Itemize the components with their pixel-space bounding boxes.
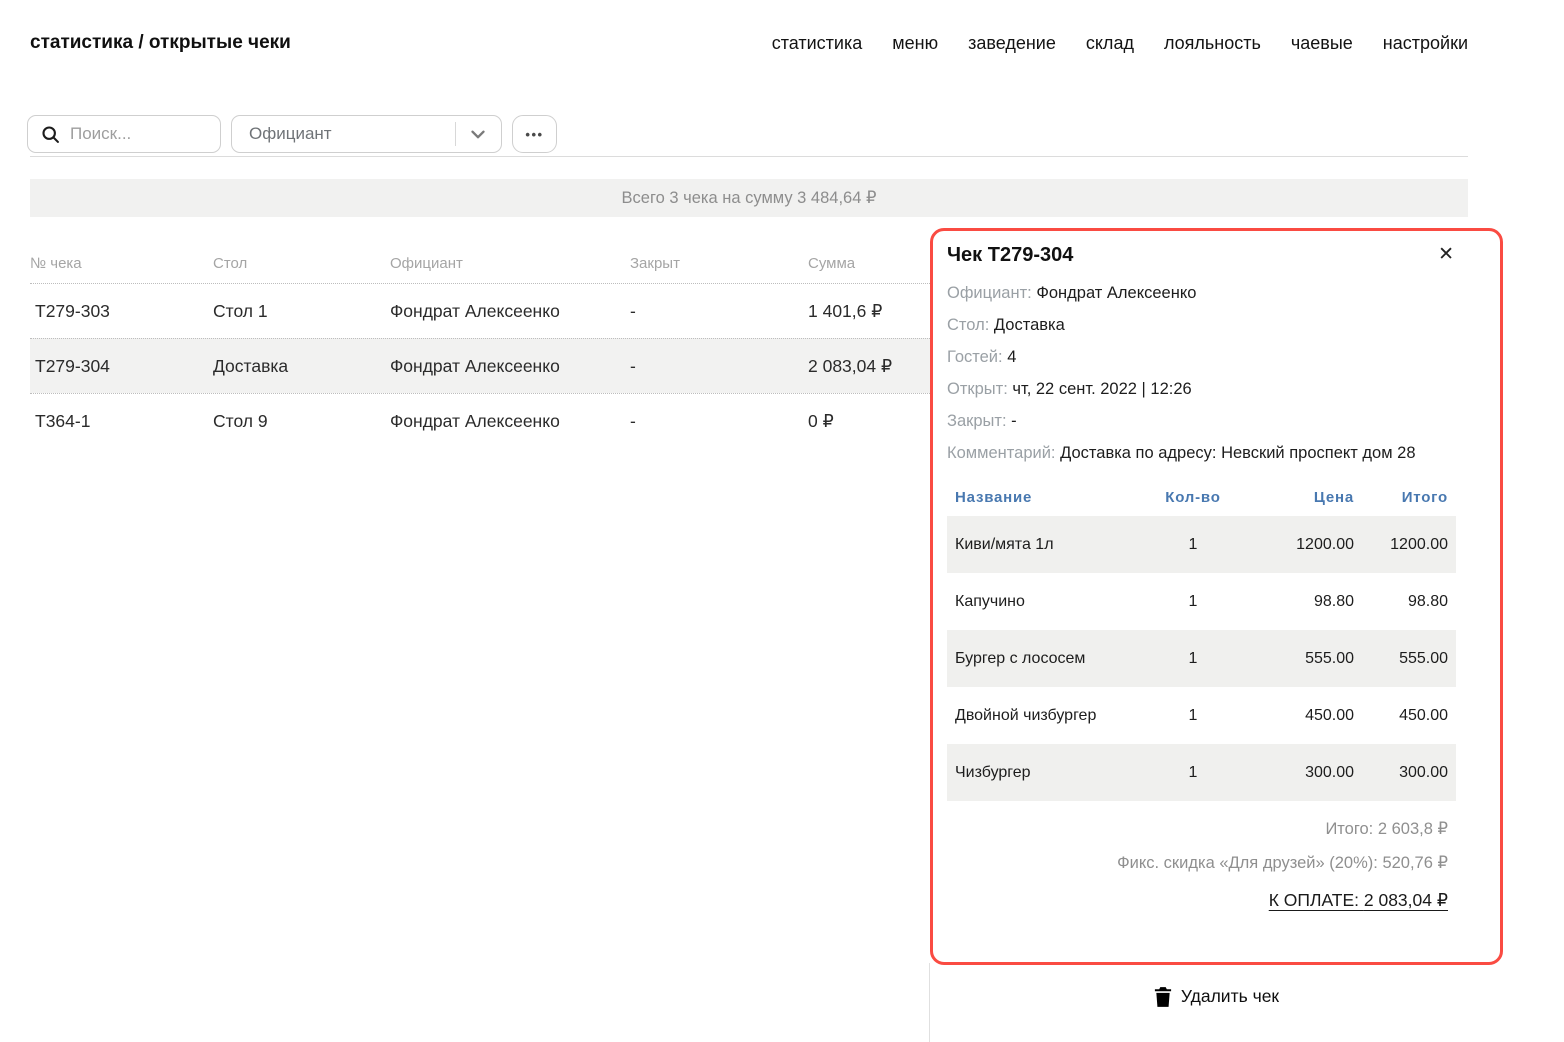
item-price: 98.80 bbox=[1238, 593, 1354, 611]
detail-comment: Комментарий: Доставка по адресу: Невский… bbox=[947, 442, 1456, 465]
search-input[interactable] bbox=[70, 124, 190, 144]
breadcrumb: статистика / открытые чеки bbox=[30, 32, 291, 54]
check-detail-panel: Чек T279-304 ✕ Официант: Фондрат Алексее… bbox=[930, 228, 1503, 965]
filter-separator bbox=[30, 156, 1468, 157]
item-name: Чизбургер bbox=[955, 764, 1148, 782]
item-price: 450.00 bbox=[1238, 707, 1354, 725]
close-icon[interactable]: ✕ bbox=[1436, 244, 1456, 266]
delete-check-button[interactable]: Удалить чек bbox=[930, 986, 1503, 1007]
item-total: 555.00 bbox=[1354, 650, 1448, 668]
check-table: Доставка bbox=[213, 356, 390, 377]
item-qty: 1 bbox=[1148, 650, 1238, 668]
check-waiter: Фондрат Алексеенко bbox=[390, 411, 630, 432]
item-price: 300.00 bbox=[1238, 764, 1354, 782]
col-waiter: Официант bbox=[390, 255, 630, 272]
nav-venue[interactable]: заведение bbox=[968, 33, 1056, 54]
chevron-down-icon bbox=[467, 123, 489, 145]
item-row: Капучино 1 98.80 98.80 bbox=[947, 573, 1456, 630]
more-options-icon: ••• bbox=[525, 127, 543, 142]
filter-bar: Официант ••• bbox=[27, 115, 557, 153]
item-price: 1200.00 bbox=[1238, 536, 1354, 554]
check-items-table: Название Кол-во Цена Итого Киви/мята 1л … bbox=[947, 478, 1456, 801]
check-totals: Итого: 2 603,8 ₽ Фикс. скидка «Для друзе… bbox=[947, 819, 1456, 911]
check-title: Чек T279-304 bbox=[947, 244, 1073, 267]
item-total: 98.80 bbox=[1354, 593, 1448, 611]
check-number: T279-303 bbox=[30, 301, 213, 322]
summary-text: Всего 3 чека на сумму 3 484,64 ₽ bbox=[622, 188, 877, 208]
detail-guests: Гостей: 4 bbox=[947, 346, 1456, 369]
search-box[interactable] bbox=[27, 115, 221, 153]
nav-stock[interactable]: склад bbox=[1086, 33, 1134, 54]
check-closed: - bbox=[630, 301, 808, 322]
waiter-filter-label: Официант bbox=[249, 124, 455, 144]
panel-header: Чек T279-304 ✕ bbox=[947, 244, 1456, 267]
detail-table: Стол: Доставка bbox=[947, 314, 1456, 337]
item-qty: 1 bbox=[1148, 764, 1238, 782]
col-check-number: № чека bbox=[30, 255, 213, 272]
trash-icon bbox=[1154, 987, 1172, 1007]
check-closed: - bbox=[630, 411, 808, 432]
nav-menu[interactable]: меню bbox=[892, 33, 938, 54]
item-row: Двойной чизбургер 1 450.00 450.00 bbox=[947, 687, 1456, 744]
amount-due-line: К ОПЛАТЕ: 2 083,04 ₽ bbox=[947, 890, 1448, 911]
item-total: 300.00 bbox=[1354, 764, 1448, 782]
search-icon bbox=[40, 124, 61, 145]
check-waiter: Фондрат Алексеенко bbox=[390, 356, 630, 377]
items-table-header: Название Кол-во Цена Итого bbox=[947, 478, 1456, 516]
item-total: 450.00 bbox=[1354, 707, 1448, 725]
item-total: 1200.00 bbox=[1354, 536, 1448, 554]
item-row: Бургер с лососем 1 555.00 555.00 bbox=[947, 630, 1456, 687]
col-closed: Закрыт bbox=[630, 255, 808, 272]
item-row: Чизбургер 1 300.00 300.00 bbox=[947, 744, 1456, 801]
detail-closed: Закрыт: - bbox=[947, 410, 1456, 433]
check-table: Стол 1 bbox=[213, 301, 390, 322]
item-name: Капучино bbox=[955, 593, 1148, 611]
check-number: T279-304 bbox=[30, 356, 213, 377]
check-waiter: Фондрат Алексеенко bbox=[390, 301, 630, 322]
col-item-price: Цена bbox=[1238, 489, 1354, 506]
check-table: Стол 9 bbox=[213, 411, 390, 432]
detail-waiter: Официант: Фондрат Алексеенко bbox=[947, 282, 1456, 305]
discount-line: Фикс. скидка «Для друзей» (20%): 520,76 … bbox=[947, 853, 1448, 873]
summary-bar: Всего 3 чека на сумму 3 484,64 ₽ bbox=[30, 179, 1468, 217]
nav-tips[interactable]: чаевые bbox=[1291, 33, 1353, 54]
item-price: 555.00 bbox=[1238, 650, 1354, 668]
item-row: Киви/мята 1л 1 1200.00 1200.00 bbox=[947, 516, 1456, 573]
delete-check-label: Удалить чек bbox=[1181, 986, 1279, 1007]
waiter-filter-dropdown[interactable]: Официант bbox=[231, 115, 502, 153]
more-filters-button[interactable]: ••• bbox=[512, 115, 557, 153]
col-item-total: Итого bbox=[1354, 489, 1448, 506]
check-closed: - bbox=[630, 356, 808, 377]
detail-opened: Открыт: чт, 22 сент. 2022 | 12:26 bbox=[947, 378, 1456, 401]
dropdown-divider bbox=[455, 122, 456, 146]
col-table: Стол bbox=[213, 255, 390, 272]
col-item-name: Название bbox=[955, 489, 1148, 506]
item-name: Бургер с лососем bbox=[955, 650, 1148, 668]
top-nav: статистика меню заведение склад лояльнос… bbox=[772, 33, 1468, 54]
item-name: Киви/мята 1л bbox=[955, 536, 1148, 554]
nav-loyalty[interactable]: лояльность bbox=[1164, 33, 1261, 54]
item-qty: 1 bbox=[1148, 536, 1238, 554]
item-qty: 1 bbox=[1148, 707, 1238, 725]
nav-statistics[interactable]: статистика bbox=[772, 33, 863, 54]
subtotal-line: Итого: 2 603,8 ₽ bbox=[947, 819, 1448, 839]
check-number: T364-1 bbox=[30, 411, 213, 432]
item-qty: 1 bbox=[1148, 593, 1238, 611]
col-item-qty: Кол-во bbox=[1148, 489, 1238, 506]
item-name: Двойной чизбургер bbox=[955, 707, 1148, 725]
nav-settings[interactable]: настройки bbox=[1383, 33, 1468, 54]
open-checks-page: статистика / открытые чеки статистика ме… bbox=[0, 0, 1564, 1042]
